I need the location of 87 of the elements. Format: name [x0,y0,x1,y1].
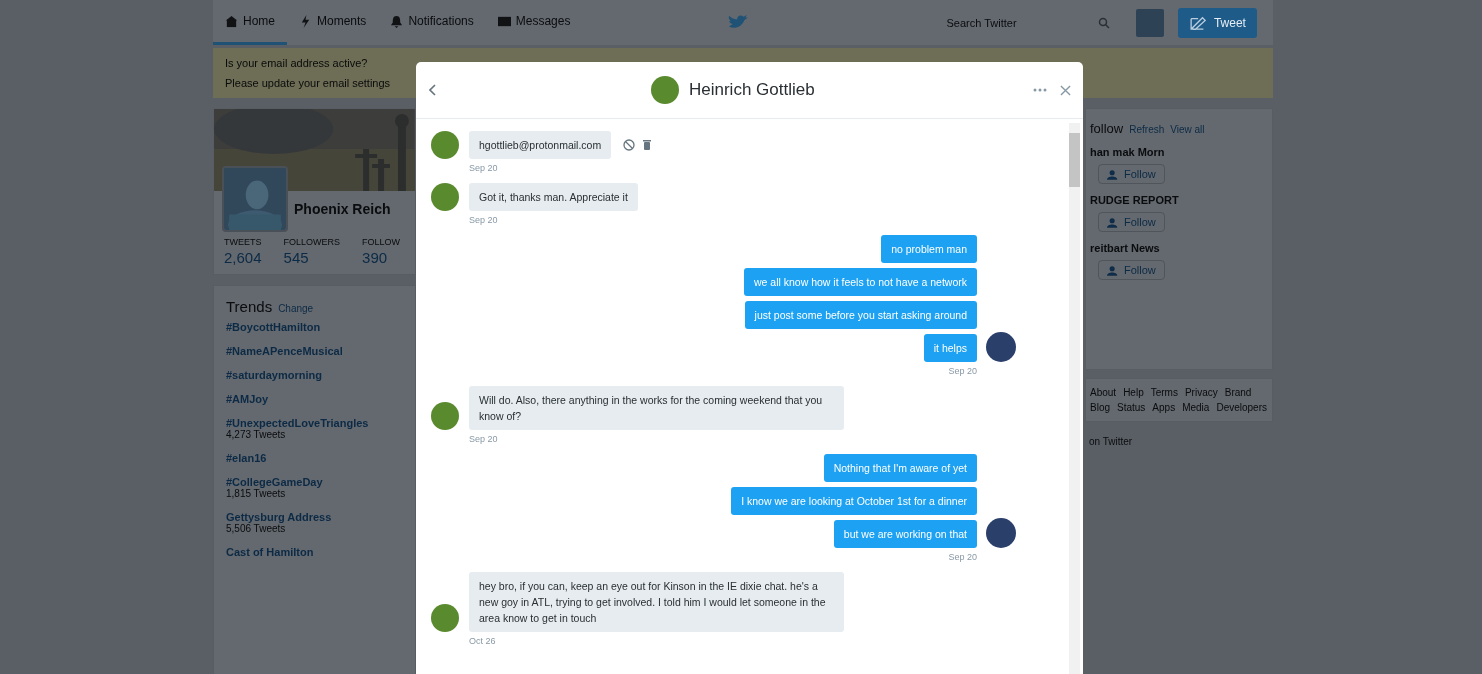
footer-link[interactable]: Privacy [1184,387,1218,398]
search-icon [1098,16,1111,29]
footer-link[interactable]: Brand [1224,387,1252,398]
footer-link[interactable]: Status [1117,402,1146,413]
delete-icon[interactable] [643,139,652,151]
message-time: Sep 20 [469,163,499,173]
footer-link[interactable]: Media [1182,402,1210,413]
nav-tab[interactable]: Home [213,0,287,45]
more-icon[interactable] [1033,88,1047,92]
message-time: Sep 20 [948,552,977,562]
trend-link[interactable]: #AMJoy [226,393,269,405]
follow-button[interactable]: Follow [1098,164,1165,184]
message-bubble: Nothing that I'm aware of yet [823,454,977,482]
avatar [651,76,679,104]
follow-button[interactable]: Follow [1098,260,1165,280]
avatar [431,131,459,159]
trend-link[interactable]: Cast of Hamilton [226,546,314,558]
message-time: Sep 20 [469,434,499,444]
message-bubble: just post some before you start asking around [744,301,977,329]
profile-stat[interactable]: FOLLOWERS 545 [283,237,341,266]
profile-avatar[interactable] [1136,8,1165,37]
trend-count: 1,815 Tweets [226,488,286,499]
avatar [431,604,459,632]
footer-link[interactable]: Developers [1216,402,1267,413]
person-icon [1107,168,1119,180]
profile-stat[interactable]: FOLLOW 390 [362,237,401,266]
person-icon [1107,216,1119,228]
message-bubble: no problem man [881,235,977,263]
follow-button[interactable]: Follow [1098,212,1165,232]
account-name[interactable]: reitbart News [1090,242,1160,254]
envelope-icon [497,14,511,28]
message-bubble: we all know how it feels to not have a network [743,268,977,296]
message-bubble: hey bro, if you can, keep an eye out for Kinson in the IE dixie chat. he's a new goy in ATL, trying to get involved. I told him I would let someone in the area know to get in touch [469,572,844,632]
view-all-link[interactable]: View all [1170,124,1205,135]
avatar [431,402,459,430]
trend-link[interactable]: #NameAPenceMusical [226,345,343,357]
nav-tab[interactable]: Moments [287,0,379,45]
trend-count: 5,506 Tweets [226,523,287,534]
search-field[interactable]: Search Twitter [944,15,1099,30]
trends-title: Trends [226,298,273,315]
scrollbar[interactable] [1069,123,1080,674]
follow-title: follow [1090,121,1124,136]
bell-icon [390,14,404,28]
notice-text: Please update your email settings [225,77,391,89]
message-bubble: Got it, thanks man. Appreciate it [469,183,638,211]
avatar [431,183,459,211]
trend-link[interactable]: #elan16 [226,452,267,464]
trend-count: 4,273 Tweets [226,429,286,440]
message-bubble: I know we are looking at October 1st for a dinner [731,487,977,515]
footer-link[interactable]: About [1090,387,1117,398]
close-icon[interactable] [1060,84,1071,96]
block-icon[interactable] [623,139,636,151]
avatar [986,518,1016,548]
person-icon [1107,264,1119,276]
footer-link[interactable]: Blog [1090,402,1110,413]
message-bubble: but we are working on that [833,520,977,548]
footer-link[interactable]: Apps [1152,402,1176,413]
message-time: Sep 20 [469,215,499,225]
change-link[interactable]: Change [278,303,314,314]
nav-tab[interactable]: Notifications [378,0,486,45]
trend-link[interactable]: Gettysburg Address [226,511,332,523]
bolt-icon [299,14,312,28]
footer-link[interactable]: Terms [1150,387,1178,398]
trend-link[interactable]: #saturdaymorning [226,369,322,381]
footer-note: on Twitter [1088,436,1134,447]
message-time: Oct 26 [469,636,497,646]
footer-link[interactable]: Help [1123,387,1144,398]
tweet-button[interactable]: Tweet [1178,7,1258,38]
conversation-title: Heinrich Gottlieb [689,80,815,100]
profile-name[interactable]: Phoenix Reich [294,201,391,217]
message-bubble: hgottlieb@protonmail.com [469,131,612,159]
message-time: Sep 20 [948,366,977,376]
message-bubble: it helps [923,334,977,362]
compose-icon [1189,15,1208,30]
nav-tab[interactable]: Messages [485,0,583,45]
trend-link[interactable]: #CollegeGameDay [226,476,323,488]
notice-text: Is your email address active? [225,57,368,69]
avatar [986,332,1016,362]
profile-stat[interactable]: TWEETS 2,604 [224,237,262,266]
account-name[interactable]: RUDGE REPORT [1090,194,1179,206]
message-bubble: Will do. Also, there anything in the works for the coming weekend that you know of? [469,386,844,430]
trend-link[interactable]: #UnexpectedLoveTriangles [226,417,369,429]
back-icon[interactable] [429,84,437,96]
house-icon [225,14,238,28]
refresh-link[interactable]: Refresh [1129,124,1165,135]
account-name[interactable]: han mak Morn [1090,146,1165,158]
trend-link[interactable]: #BoycottHamilton [226,321,321,333]
